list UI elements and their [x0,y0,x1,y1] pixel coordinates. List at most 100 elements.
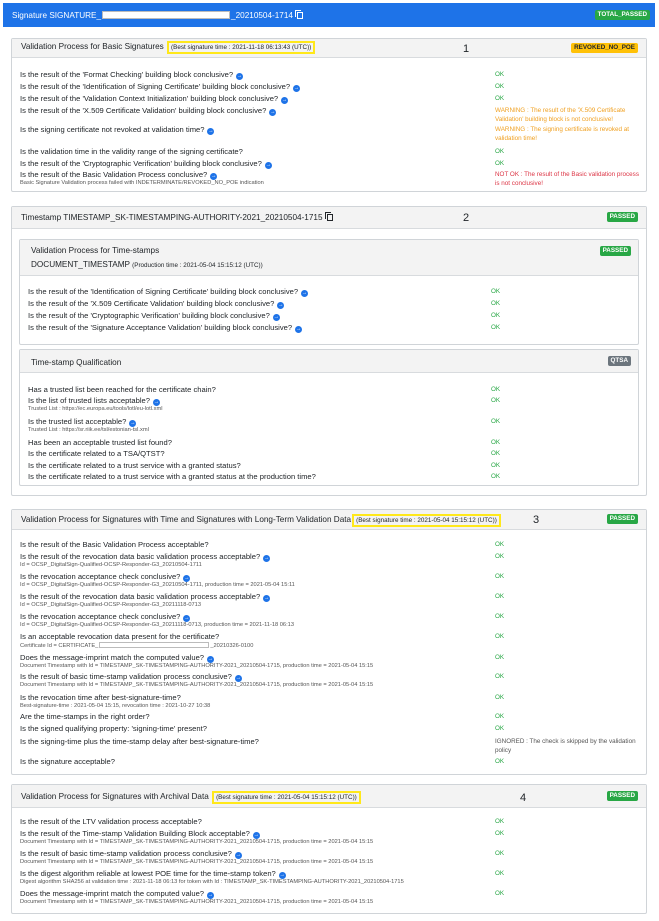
info-icon[interactable]: → [183,575,191,582]
check-question-text: Is the result of the Basic Validation Pr… [20,540,209,549]
check-question-text: Is the result of the 'X.509 Certificate … [28,299,275,308]
check-question-text: Is the revocation acceptance check concl… [20,572,181,581]
info-icon[interactable]: → [207,656,215,663]
copy-icon[interactable] [324,212,333,221]
check-detail-text: Id = OCSP_DigitalSign-Qualified-OCSP-Res… [20,602,201,608]
check-question-text: Is the result of the 'X.509 Certificate … [20,106,267,115]
archival-validation-title: Validation Process for Signatures with A… [21,791,361,804]
info-icon[interactable]: → [234,675,242,682]
check-status: OK [491,462,501,469]
check-detail: Basic Signature Validation process faile… [20,180,264,186]
check-question-text: Has been an acceptable trusted list foun… [28,438,172,447]
check-question-text: Is the signing-time plus the time-stamp … [20,737,259,746]
info-icon[interactable]: → [234,852,242,859]
info-icon[interactable]: → [210,173,218,180]
check-question: Is the result of the LTV validation proc… [20,817,202,826]
info-icon[interactable]: → [129,420,137,427]
check-question-text: Is the list of trusted lists acceptable? [28,396,150,405]
check-status: OK [495,541,505,548]
check-detail-text: Certificate Id = CERTIFICATE_ [20,643,99,649]
info-icon[interactable]: → [301,290,309,297]
timestamp-title: Timestamp TIMESTAMP_SK-TIMESTAMPING-AUTH… [21,212,333,222]
ltv-validation-title: Validation Process for Signatures with T… [21,514,501,527]
ltv-status-badge: PASSED [606,514,638,524]
ltv-validation-header[interactable]: Validation Process for Signatures with T… [12,510,646,530]
check-question: Is the result of the Basic Validation Pr… [20,540,209,549]
timestamp-validation-header[interactable]: Validation Process for Time-stamps DOCUM… [20,240,638,276]
info-icon[interactable]: → [293,85,301,92]
check-detail-text: Document Timestamp with Id = TIMESTAMP_S… [20,839,374,845]
check-status: OK [495,573,505,580]
info-icon[interactable]: → [269,109,277,116]
check-question: Has a trusted list been reached for the … [28,385,216,394]
check-question-text: Is an acceptable revocation data present… [20,632,220,641]
info-icon[interactable]: → [264,162,272,169]
check-status: OK [495,160,505,167]
check-question-text: Is the result of the 'Cryptographic Veri… [20,159,262,168]
check-question: Is the certificate related to a trust se… [28,461,241,470]
check-question-text: Is the result of the LTV validation proc… [20,817,202,826]
check-question: Is the result of the 'X.509 Certificate … [28,299,285,309]
check-status: OK [495,830,505,837]
check-question: Is the result of the 'Signature Acceptan… [28,323,303,333]
check-detail: Document Timestamp with Id = TIMESTAMP_S… [20,859,373,865]
annotation-number: 2 [463,212,470,224]
annotation-number: 1 [463,43,470,55]
best-signature-time: (Best signature time : 2021-05-04 15:15:… [352,514,501,527]
check-question: Is the certificate related to a TSA/QTST… [28,449,165,458]
check-question: Is the signature acceptable? [20,757,115,766]
check-question: Is the signed qualifying property: 'sign… [20,724,207,733]
check-status: OK [491,324,501,331]
timestamp-header[interactable]: Timestamp TIMESTAMP_SK-TIMESTAMPING-AUTH… [12,207,646,229]
basic-validation-card: Validation Process for Basic Signatures … [11,38,647,192]
info-icon[interactable]: → [252,832,260,839]
info-icon[interactable]: → [183,615,191,622]
check-status: OK [495,71,505,78]
check-question: Is the revocation acceptance check concl… [20,612,191,622]
info-icon[interactable]: → [295,326,303,333]
annotation-number: 4 [520,792,527,804]
check-status: OK [495,818,505,825]
check-detail-text: Id = OCSP_DigitalSign-Qualified-OCSP-Res… [20,622,295,628]
info-icon[interactable]: → [263,595,271,602]
info-icon[interactable]: → [272,314,280,321]
info-icon[interactable]: → [207,892,215,899]
check-status: OK [491,312,501,319]
check-question-text: Does the message-imprint match the compu… [20,653,205,662]
check-detail: Document Timestamp with Id = TIMESTAMP_S… [20,839,373,845]
info-icon[interactable]: → [152,399,160,406]
check-question-text: Is the digest algorithm reliable at lowe… [20,869,276,878]
info-icon[interactable]: → [207,128,215,135]
timestamp-qualification-header[interactable]: Time-stamp Qualification QTSA [20,350,638,373]
archival-validation-header[interactable]: Validation Process for Signatures with A… [12,785,646,808]
archival-title-text: Validation Process for Signatures with A… [21,792,209,801]
timestamp-validation-badge: PASSED [599,246,631,256]
check-detail: Id = OCSP_DigitalSign-Qualified-OCSP-Res… [20,562,202,568]
timestamp-qualification-title: Time-stamp Qualification [31,358,122,367]
signature-header: Signature SIGNATURE_ _20210504-1714 TOTAL… [3,3,655,27]
check-question-text: Is the result of the 'Identification of … [28,287,299,296]
basic-validation-header[interactable]: Validation Process for Basic Signatures … [12,39,646,58]
check-status: OK [491,473,501,480]
check-question: Is the result of the revocation data bas… [20,592,271,602]
copy-icon[interactable] [294,10,303,19]
info-icon[interactable]: → [236,73,244,80]
check-detail: Trusted List : https://sr.riik.ee/tsl/es… [28,427,149,433]
info-icon[interactable]: → [277,302,285,309]
check-question: Is the result of the 'Cryptographic Veri… [28,311,280,321]
check-status: OK [491,439,501,446]
info-icon[interactable]: → [278,872,286,879]
info-icon[interactable]: → [263,555,271,562]
info-icon[interactable]: → [281,97,289,104]
check-question-text: Are the time-stamps in the right order? [20,712,150,721]
check-detail-text: Trusted List : https://sr.riik.ee/tsl/es… [28,427,149,433]
ltv-title-text: Validation Process for Signatures with T… [21,515,352,524]
signature-id-suffix: _20210504-1714 [231,11,293,20]
check-detail: Trusted List : https://ec.europa.eu/tool… [28,406,162,412]
check-detail-text: Id = OCSP_DigitalSign-Qualified-OCSP-Res… [20,582,295,588]
check-detail-text: Document Timestamp with Id = TIMESTAMP_S… [20,859,374,865]
check-status: OK [491,300,501,307]
check-detail-text: Document Timestamp with Id = TIMESTAMP_S… [20,682,374,688]
check-status: OK [495,593,505,600]
check-question: Is the certificate related to a trust se… [28,472,316,481]
